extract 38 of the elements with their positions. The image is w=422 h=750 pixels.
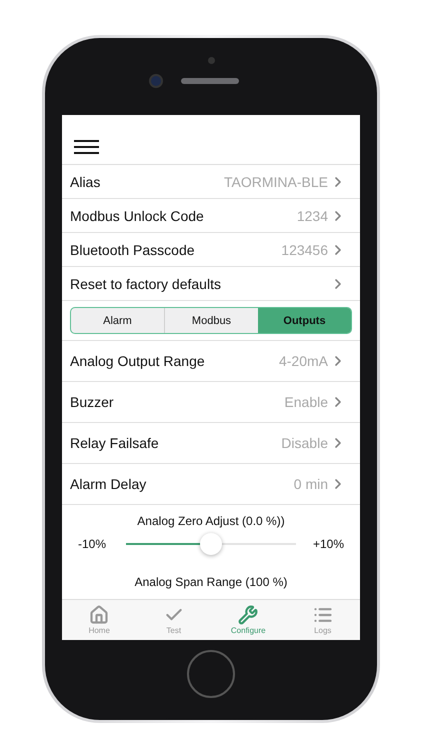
row-value: Enable (284, 394, 328, 410)
row-label: Buzzer (70, 394, 115, 410)
segment-tab[interactable]: Alarm (71, 308, 164, 333)
slider-max-label: +10% (312, 537, 344, 551)
row-value: 1234 (296, 208, 328, 224)
row-value: 4-20mA (278, 353, 328, 369)
slider-title: Analog Zero Adjust (0.0 %)) (137, 514, 285, 528)
row-label: Analog Output Range (70, 353, 206, 369)
settings-row[interactable]: Relay Failsafe Disable (62, 423, 360, 464)
settings-row[interactable]: Alarm Delay 0 min (62, 464, 360, 505)
row-value: Disable (281, 435, 328, 451)
row-label: Bluetooth Passcode (70, 242, 196, 258)
wrench-icon (238, 605, 258, 625)
slider-thumb[interactable] (200, 533, 222, 555)
row-value: TAORMINA-BLE (224, 174, 328, 190)
settings-row[interactable]: Buzzer Enable (62, 382, 360, 423)
row-label: Alias (70, 174, 102, 190)
segment-tab[interactable]: Outputs (258, 308, 351, 333)
settings-row[interactable]: Modbus Unlock Code 1234 (62, 199, 360, 233)
settings-row[interactable]: Analog Output Range 4-20mA (62, 341, 360, 382)
home-button[interactable] (187, 650, 235, 698)
row-label: Modbus Unlock Code (70, 208, 205, 224)
slider-min-label: -10% (78, 537, 108, 551)
home-icon (89, 605, 110, 625)
row-value: 123456 (281, 242, 328, 258)
row-label: Relay Failsafe (70, 435, 160, 451)
slider-title: Analog Span Range (100 %) (134, 575, 288, 589)
settings-row[interactable]: Reset to factory defaults (62, 267, 360, 301)
sensor-icon (208, 57, 214, 64)
list-icon (312, 605, 333, 625)
camera-icon (149, 74, 163, 88)
settings-row[interactable]: Bluetooth Passcode 123456 (62, 233, 360, 267)
row-value: 0 min (294, 476, 328, 492)
row-label: Alarm Delay (70, 476, 148, 492)
speaker-icon (181, 78, 239, 84)
settings-row[interactable]: Alias TAORMINA-BLE (62, 165, 360, 199)
menu-icon[interactable] (74, 139, 99, 155)
row-label: Reset to factory defaults (70, 276, 222, 292)
